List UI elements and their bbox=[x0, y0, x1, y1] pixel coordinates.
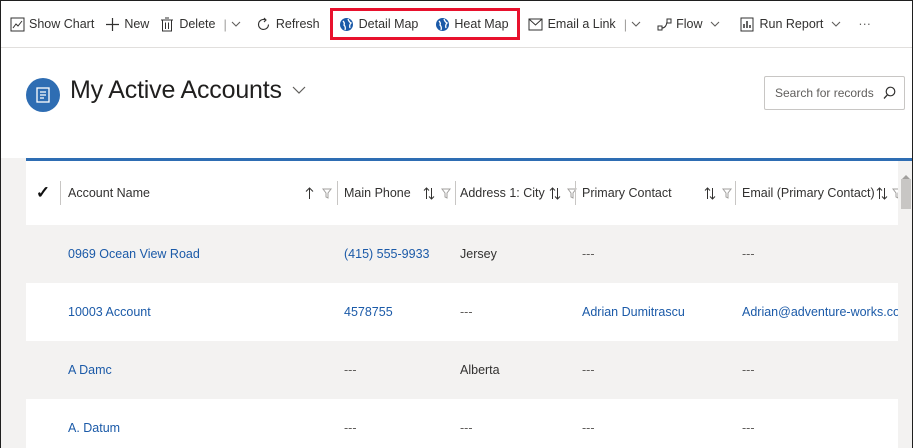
column-label: Account Name bbox=[68, 186, 150, 200]
account-entity-icon bbox=[26, 78, 60, 112]
sort-icon bbox=[876, 186, 888, 200]
scrollbar-thumb[interactable] bbox=[901, 179, 911, 209]
filter-icon[interactable] bbox=[722, 188, 732, 199]
primary-contact-link[interactable]: Adrian Dumitrascu bbox=[582, 283, 685, 341]
globe-icon bbox=[434, 16, 450, 32]
search-input[interactable] bbox=[775, 86, 883, 100]
column-header-main-phone[interactable]: Main Phone bbox=[344, 161, 456, 225]
primary-contact-cell: --- bbox=[582, 363, 595, 377]
search-icon[interactable] bbox=[883, 86, 896, 100]
primary-contact-cell: --- bbox=[582, 247, 595, 261]
view-selector[interactable]: My Active Accounts bbox=[70, 76, 306, 105]
table-row[interactable]: 10003 Account 4578755 --- Adrian Dumitra… bbox=[26, 283, 910, 341]
email-icon bbox=[528, 16, 544, 32]
refresh-button[interactable]: Refresh bbox=[252, 11, 324, 37]
run-report-button[interactable]: Run Report bbox=[735, 11, 848, 37]
column-header-email[interactable]: Email (Primary Contact) bbox=[742, 161, 902, 225]
account-name-link[interactable]: A. Datum bbox=[68, 399, 120, 448]
column-label: Email (Primary Contact) bbox=[742, 186, 875, 200]
globe-icon bbox=[339, 16, 355, 32]
app-frame: Show Chart New Delete | Refresh Detail M… bbox=[0, 0, 913, 448]
sort-icon bbox=[704, 186, 716, 200]
city-cell: --- bbox=[460, 305, 473, 319]
sort-icon bbox=[549, 186, 561, 200]
column-label: Address 1: City bbox=[460, 186, 545, 200]
account-name-link[interactable]: 10003 Account bbox=[68, 283, 151, 341]
detail-map-button[interactable]: Detail Map bbox=[335, 11, 423, 37]
email-link-button[interactable]: Email a Link bbox=[524, 11, 620, 37]
select-all-checkbox[interactable]: ✓ bbox=[26, 161, 60, 225]
table-row[interactable]: A Damc --- Alberta --- --- bbox=[26, 341, 898, 399]
new-button[interactable]: New bbox=[100, 11, 153, 37]
heat-map-button[interactable]: Heat Map bbox=[430, 11, 512, 37]
search-box bbox=[764, 76, 905, 110]
records-grid: ✓ Account Name Main Phone Address 1: Cit… bbox=[26, 158, 912, 448]
grid-header: ✓ Account Name Main Phone Address 1: Cit… bbox=[26, 161, 902, 225]
flow-label: Flow bbox=[676, 17, 703, 31]
email-cell: --- bbox=[742, 363, 755, 377]
view-header: My Active Accounts bbox=[1, 48, 912, 158]
more-commands-button[interactable]: ··· bbox=[854, 11, 875, 37]
delete-button[interactable]: Delete bbox=[155, 11, 219, 37]
delete-label: Delete bbox=[179, 17, 216, 31]
flow-icon bbox=[656, 16, 672, 32]
detail-map-label: Detail Map bbox=[358, 17, 419, 31]
table-row[interactable]: A. Datum --- --- --- --- bbox=[26, 399, 898, 448]
email-cell: --- bbox=[742, 421, 755, 435]
chevron-down-icon[interactable] bbox=[631, 21, 641, 28]
trash-icon bbox=[159, 16, 175, 32]
column-label: Primary Contact bbox=[582, 186, 672, 200]
more-label: ··· bbox=[858, 17, 871, 31]
account-name-link[interactable]: 0969 Ocean View Road bbox=[68, 225, 200, 283]
filter-icon[interactable] bbox=[440, 188, 451, 199]
phone-link[interactable]: 4578755 bbox=[344, 283, 393, 341]
email-link[interactable]: Adrian@adventure-works.com bbox=[742, 283, 910, 341]
column-header-city[interactable]: Address 1: City bbox=[460, 161, 577, 225]
separator: | bbox=[223, 16, 227, 32]
account-name-link[interactable]: A Damc bbox=[68, 341, 112, 399]
column-divider bbox=[575, 181, 576, 205]
sort-ascending-icon bbox=[305, 186, 314, 200]
filter-icon[interactable] bbox=[322, 188, 332, 199]
flow-button[interactable]: Flow bbox=[652, 11, 727, 37]
refresh-label: Refresh bbox=[275, 17, 320, 31]
phone-cell: --- bbox=[344, 363, 357, 377]
column-divider bbox=[60, 181, 61, 205]
phone-cell: --- bbox=[344, 421, 357, 435]
plus-icon bbox=[104, 16, 120, 32]
chart-icon bbox=[9, 16, 25, 32]
heat-map-label: Heat Map bbox=[454, 17, 509, 31]
column-divider bbox=[735, 181, 736, 205]
column-header-primary-contact[interactable]: Primary Contact bbox=[582, 161, 736, 225]
chevron-down-icon[interactable] bbox=[231, 21, 241, 28]
table-row[interactable]: 0969 Ocean View Road (415) 555-9933 Jers… bbox=[26, 225, 898, 283]
command-bar: Show Chart New Delete | Refresh Detail M… bbox=[1, 1, 912, 48]
phone-link[interactable]: (415) 555-9933 bbox=[344, 225, 429, 283]
chevron-down-icon bbox=[710, 21, 720, 28]
chevron-down-icon bbox=[831, 21, 841, 28]
sort-icon bbox=[423, 186, 435, 200]
email-link-label: Email a Link bbox=[547, 17, 616, 31]
column-label: Main Phone bbox=[344, 186, 411, 200]
vertical-scrollbar[interactable] bbox=[898, 161, 912, 448]
new-label: New bbox=[124, 17, 150, 31]
refresh-icon bbox=[256, 16, 272, 32]
column-divider bbox=[337, 181, 338, 205]
chevron-down-icon bbox=[292, 86, 306, 95]
column-divider bbox=[455, 181, 456, 205]
run-report-label: Run Report bbox=[759, 17, 824, 31]
show-chart-button[interactable]: Show Chart bbox=[5, 11, 98, 37]
page-title: My Active Accounts bbox=[70, 76, 282, 104]
show-chart-label: Show Chart bbox=[29, 17, 95, 31]
email-cell: --- bbox=[742, 247, 755, 261]
city-cell: --- bbox=[460, 421, 473, 435]
primary-contact-cell: --- bbox=[582, 421, 595, 435]
city-cell: Jersey bbox=[460, 247, 497, 261]
city-cell: Alberta bbox=[460, 363, 500, 377]
column-header-account-name[interactable]: Account Name bbox=[68, 161, 338, 225]
report-icon bbox=[739, 16, 755, 32]
separator: | bbox=[623, 16, 628, 32]
map-buttons-highlight: Detail Map Heat Map bbox=[329, 8, 520, 40]
